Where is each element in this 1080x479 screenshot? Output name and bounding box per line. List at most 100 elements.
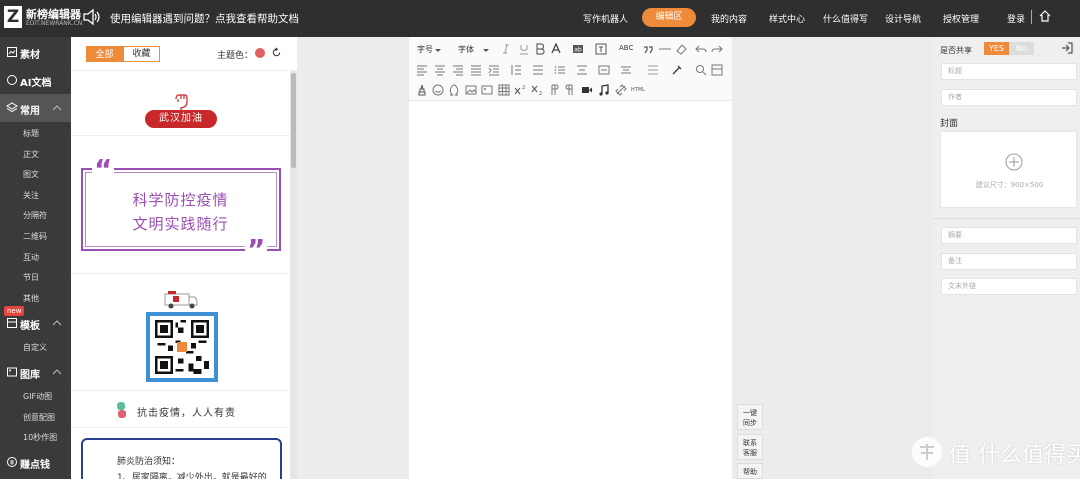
nav-editor[interactable]: 编辑区 xyxy=(642,8,696,27)
coin-icon xyxy=(7,457,17,467)
underline-icon[interactable] xyxy=(518,43,530,55)
font-family-select[interactable]: 字体 xyxy=(458,44,474,55)
tab-all[interactable]: 全部 xyxy=(86,46,123,62)
sidebar-sub-follow[interactable]: 关注 xyxy=(23,190,39,201)
summary-field[interactable]: 摘要 xyxy=(941,227,1077,244)
notice-title: 肺炎防治须知： xyxy=(117,457,181,467)
theme-color-label: 主题色： xyxy=(217,51,254,61)
sidebar-sub-festival[interactable]: 节日 xyxy=(23,272,39,283)
tab-favorites[interactable]: 收藏 xyxy=(123,46,160,62)
ltr-icon[interactable] xyxy=(548,84,560,96)
home-icon[interactable] xyxy=(1038,9,1052,23)
share-yes-toggle[interactable]: YES xyxy=(984,42,1009,55)
emoji-icon[interactable] xyxy=(432,84,444,96)
align-center-icon[interactable] xyxy=(434,64,446,76)
strikethrough-button[interactable]: ABC xyxy=(619,44,633,52)
chevron-down-icon xyxy=(435,49,441,52)
share-no-toggle[interactable]: No xyxy=(1009,42,1034,55)
video-icon[interactable] xyxy=(581,84,593,96)
align-left-icon[interactable] xyxy=(416,64,428,76)
sidebar-item-gallery[interactable]: 图库 xyxy=(0,358,71,386)
sidebar-item-earn[interactable]: 赚点钱 xyxy=(0,448,71,476)
fist-icon xyxy=(175,94,188,110)
note-field[interactable]: 备注 xyxy=(941,253,1077,270)
text-border-icon[interactable] xyxy=(595,43,607,55)
sidebar-sub-custom[interactable]: 自定义 xyxy=(23,342,47,353)
nav-worth-writing[interactable]: 什么值得写 xyxy=(823,12,868,25)
sidebar-item-common[interactable]: 常用 xyxy=(0,94,71,122)
nav-my-content[interactable]: 我的内容 xyxy=(711,12,747,25)
fight-epidemic-text: 抗击疫情，人人有责 xyxy=(137,408,236,419)
sidebar-item-template[interactable]: 模板 xyxy=(0,309,71,337)
align-justify-icon[interactable] xyxy=(470,64,482,76)
author-field[interactable]: 作者 xyxy=(941,89,1077,106)
font-size-select[interactable]: 字号 xyxy=(417,44,433,55)
cover-size-hint: 建议尺寸：900×500 xyxy=(975,181,1044,189)
html-source-button[interactable]: HTML xyxy=(631,87,645,93)
undo-icon[interactable] xyxy=(695,43,707,55)
superscript-icon[interactable]: 2 xyxy=(514,84,526,96)
highlight-icon[interactable]: ab xyxy=(572,43,584,55)
material-scroll-thumb[interactable] xyxy=(291,73,296,168)
first-line-indent-icon[interactable] xyxy=(598,64,610,76)
cover-upload[interactable]: 建议尺寸：900×500 xyxy=(940,131,1077,208)
sidebar-sub-qrcode[interactable]: 二维码 xyxy=(23,231,47,242)
rtl-icon[interactable] xyxy=(564,84,576,96)
title-field[interactable]: 标题 xyxy=(941,63,1077,80)
nav-style-center[interactable]: 样式中心 xyxy=(769,12,805,25)
help-link[interactable]: 使用编辑器遇到问题？点我查看帮助文档 xyxy=(110,11,299,26)
italic-icon[interactable] xyxy=(500,43,512,55)
format-painter-icon[interactable] xyxy=(671,64,683,76)
login-link[interactable]: 登录 xyxy=(1007,12,1025,25)
find-replace-icon[interactable] xyxy=(695,64,707,76)
subscript-icon[interactable]: 2 xyxy=(531,84,543,96)
sidebar-sub-10s-image[interactable]: 10秒作图 xyxy=(23,432,57,443)
speaker-icon[interactable] xyxy=(82,8,100,26)
exit-icon[interactable] xyxy=(1060,41,1074,55)
theme-color-picker[interactable] xyxy=(255,48,265,58)
paragraph-spacing-icon[interactable] xyxy=(532,64,544,76)
bold-icon[interactable] xyxy=(534,43,546,55)
sidebar-item-ai-doc[interactable]: AI文档 xyxy=(0,66,71,94)
link-icon[interactable] xyxy=(615,84,627,96)
logo[interactable]: Z 新榜编辑器 EDIT.NEWRANK.CN xyxy=(4,6,82,32)
sidebar-sub-gif[interactable]: GIF动图 xyxy=(23,391,52,402)
layout-icon[interactable] xyxy=(711,64,723,76)
letter-spacing-icon[interactable] xyxy=(576,64,588,76)
nav-design-nav[interactable]: 设计导航 xyxy=(885,12,921,25)
horizontal-rule-icon[interactable] xyxy=(659,43,671,55)
editor-area[interactable]: 字号 字体 ab ABC 2 2 HTML xyxy=(409,37,732,479)
chevron-down-icon xyxy=(483,49,489,52)
sidebar-sub-title[interactable]: 标题 xyxy=(23,128,39,139)
quote-icon[interactable] xyxy=(642,43,654,55)
music-icon[interactable] xyxy=(598,84,610,96)
font-color-icon[interactable] xyxy=(550,43,562,55)
text-direction-icon[interactable] xyxy=(620,64,632,76)
nav-license[interactable]: 授权管理 xyxy=(943,12,979,25)
sidebar-sub-divider[interactable]: 分隔符 xyxy=(23,210,47,221)
omega-icon[interactable] xyxy=(448,84,460,96)
table-icon[interactable] xyxy=(498,84,510,96)
nav-robot[interactable]: 写作机器人 xyxy=(583,12,628,25)
sidebar-sub-creative-image[interactable]: 创意配图 xyxy=(23,412,55,423)
ordered-list-icon[interactable] xyxy=(554,64,566,76)
eraser-icon[interactable] xyxy=(675,43,687,55)
multi-image-icon[interactable] xyxy=(481,84,493,96)
sidebar-sub-interact[interactable]: 互动 xyxy=(23,252,39,263)
template-stamp-icon[interactable] xyxy=(416,84,428,96)
sidebar-sub-other[interactable]: 其他 xyxy=(23,293,39,304)
line-spacing-icon[interactable] xyxy=(510,64,522,76)
sidebar-sub-body[interactable]: 正文 xyxy=(23,149,39,160)
refresh-icon[interactable] xyxy=(271,47,282,58)
external-link-field[interactable]: 文末外链 xyxy=(941,278,1077,295)
align-right-icon[interactable] xyxy=(452,64,464,76)
vertical-align-icon[interactable] xyxy=(647,64,659,76)
help-center-button[interactable]: 帮助中心 xyxy=(737,463,763,479)
indent-icon[interactable] xyxy=(488,64,500,76)
sidebar-sub-image-text[interactable]: 图文 xyxy=(23,169,39,180)
one-click-sync-button[interactable]: 一键 同步 xyxy=(737,404,763,430)
sidebar-item-material[interactable]: 素材 xyxy=(0,38,71,66)
contact-support-button[interactable]: 联系 客服 xyxy=(737,434,763,460)
redo-icon[interactable] xyxy=(711,43,723,55)
image-icon[interactable] xyxy=(465,84,477,96)
